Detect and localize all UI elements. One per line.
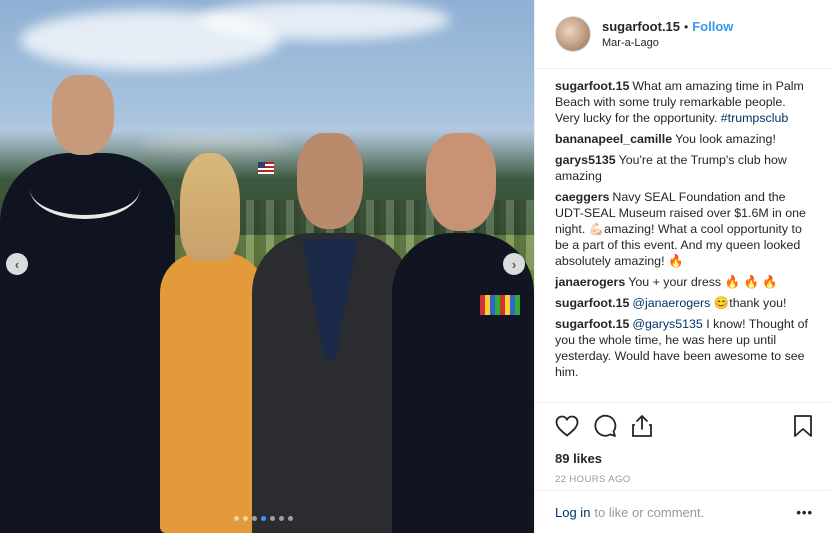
carousel-dot xyxy=(243,516,248,521)
person-officer xyxy=(392,133,534,533)
carousel-dot xyxy=(261,516,266,521)
fire-emoji: 🔥 🔥 🔥 xyxy=(724,275,778,289)
post-panel: sugarfoot.15 • Follow Mar-a-Lago sugarfo… xyxy=(534,0,831,533)
comment-username[interactable]: sugarfoot.15 xyxy=(555,296,629,310)
login-link[interactable]: Log in xyxy=(555,505,590,520)
heart-icon[interactable] xyxy=(555,415,579,437)
comment-username[interactable]: bananapeel_camille xyxy=(555,132,672,146)
carousel-prev-button[interactable]: ‹ xyxy=(6,253,28,275)
comment-username[interactable]: caeggers xyxy=(555,190,609,204)
comment-item: janaerogers You + your dress 🔥 🔥 🔥 xyxy=(555,274,813,290)
login-prompt-text: to like or comment. xyxy=(594,504,705,520)
comment-link[interactable]: #trumpsclub xyxy=(721,111,789,125)
more-options-button[interactable]: ••• xyxy=(796,505,813,520)
likes-count[interactable]: 89 likes xyxy=(555,451,813,466)
comments-list: sugarfoot.15 What am amazing time in Palm… xyxy=(535,69,831,400)
comment-text: You look amazing! xyxy=(675,132,776,146)
header-separator: • xyxy=(684,19,689,34)
comment-item: sugarfoot.15 @garys5135 I know! Thought o… xyxy=(555,316,813,380)
share-icon[interactable] xyxy=(631,414,653,438)
login-footer: Log in to like or comment. ••• xyxy=(535,490,831,533)
header-username[interactable]: sugarfoot.15 xyxy=(602,19,680,34)
carousel-dot xyxy=(234,516,239,521)
bookmark-icon[interactable] xyxy=(793,414,813,438)
carousel-dots xyxy=(234,516,293,521)
fire-emoji: 🔥 xyxy=(667,254,684,268)
comment-username[interactable]: janaerogers xyxy=(555,275,625,289)
comment-username[interactable]: garys5135 xyxy=(555,153,616,167)
comment-link[interactable]: @janaerogers xyxy=(632,296,710,310)
location-link[interactable]: Mar-a-Lago xyxy=(602,37,733,49)
carousel-dot xyxy=(288,516,293,521)
comment-link[interactable]: @garys5135 xyxy=(632,317,702,331)
comment-item: sugarfoot.15 @janaerogers 😊thank you! xyxy=(555,295,813,311)
comment-icon[interactable] xyxy=(593,414,617,438)
post-header: sugarfoot.15 • Follow Mar-a-Lago xyxy=(535,0,831,69)
american-flag xyxy=(258,162,274,174)
follow-button[interactable]: Follow xyxy=(692,19,733,34)
carousel-dot xyxy=(252,516,257,521)
actions-section: 89 likes 22 HOURS AGO xyxy=(535,402,831,485)
carousel-dot xyxy=(279,516,284,521)
comment-username[interactable]: sugarfoot.15 xyxy=(555,79,629,93)
post-timestamp[interactable]: 22 HOURS AGO xyxy=(555,474,813,485)
person-man-suit xyxy=(252,133,412,533)
comment-item: bananapeel_camille You look amazing! xyxy=(555,131,813,147)
comment-item: sugarfoot.15 What am amazing time in Palm… xyxy=(555,78,813,126)
comment-text: You + your dress xyxy=(628,275,725,289)
comment-text: 😊thank you! xyxy=(710,296,787,310)
comment-item: garys5135 You're at the Trump's club how … xyxy=(555,152,813,184)
comment-username[interactable]: sugarfoot.15 xyxy=(555,317,629,331)
person-woman-dress xyxy=(160,153,265,533)
person-sailor xyxy=(0,75,175,533)
carousel-next-button[interactable]: › xyxy=(503,253,525,275)
carousel-dot xyxy=(270,516,275,521)
post-photo[interactable]: ‹ › xyxy=(0,0,534,533)
avatar[interactable] xyxy=(555,16,591,52)
comment-item: caeggers Navy SEAL Foundation and the UDT… xyxy=(555,189,813,269)
